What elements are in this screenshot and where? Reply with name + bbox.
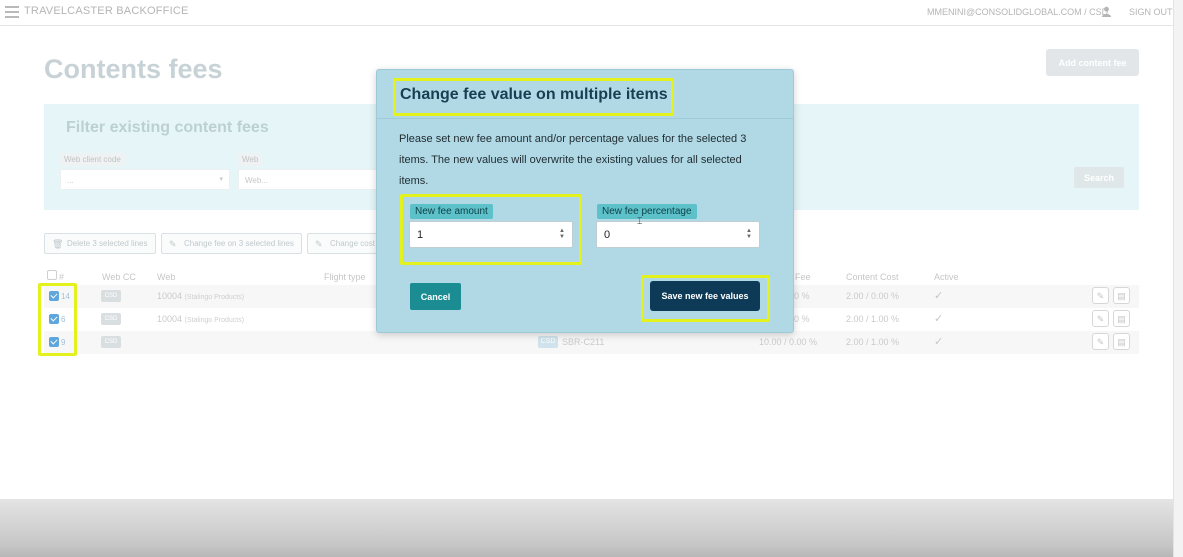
user-email: MMENINI@CONSOLIDGLOBAL.COM / CSD [927,7,1109,17]
content-cost-cell: 2.00 / 1.00 % [846,337,900,347]
active-check-icon: ✓ [934,336,944,348]
change-fee-modal: Change fee value on multiple items Pleas… [376,69,794,333]
new-fee-percentage-value: 0 [604,229,611,241]
active-check-icon: ✓ [934,290,944,302]
csd-badge: CSD [538,336,558,348]
table-row: 9 CSD CSD SBR-C211 10.00 / 0.00 % 2.00 /… [44,331,1139,354]
sign-out-link[interactable]: SIGN OUT ( [1129,7,1178,17]
web-name: (Stalingo Products) [184,294,245,301]
title-highlight [393,78,674,116]
web-label: Web [238,153,263,166]
web-cell: 10004 (Stalingo Products) [157,314,244,324]
search-button[interactable]: Search [1074,167,1124,188]
modal-description: Please set new fee amount and/or percent… [399,133,747,187]
pencil-icon: ✎ [169,239,177,249]
code-cell: SBR-C211 [562,337,605,347]
chevron-down-icon: ▾ [219,176,223,183]
fee-cell: 0 % [794,314,810,324]
delete-selected-label: Delete 3 selected lines [67,239,148,248]
trash-icon: 🗑 [52,239,64,249]
amount-highlight [400,194,582,265]
app-title: TRAVELCASTER BACKOFFICE [24,5,189,17]
active-check-icon: ✓ [934,313,944,325]
pencil-icon: ✎ [315,239,323,249]
fee-cell: 0 % [794,291,810,301]
web-code: 10004 [157,314,183,324]
web-cell: 10004 (Stalingo Products) [157,291,244,301]
content-cost-cell: 2.00 / 0.00 % [846,291,900,301]
trash-icon: ▤ [1117,314,1126,324]
web-placeholder: Web... [245,176,268,185]
web-name: (Stalingo Products) [184,317,245,324]
mouse-cursor-icon: ⌶ [637,216,643,226]
web-cc-badge: CSD [101,336,121,348]
column-header-fee: Fee [795,272,811,282]
column-header-num: # [59,272,65,282]
content-cost-cell: 2.00 / 1.00 % [846,314,900,324]
filter-title: Filter existing content fees [66,119,269,136]
pencil-icon: ✎ [1096,291,1105,301]
delete-button[interactable]: ▤ [1113,333,1130,350]
fee-cell: 10.00 / 0.00 % [759,337,818,347]
change-fee-selected-label: Change fee on 3 selected lines [184,239,294,248]
top-bar: TRAVELCASTER BACKOFFICE MMENINI@CONSOLID… [0,0,1183,26]
page-title: Contents fees [44,54,223,84]
edit-button[interactable]: ✎ [1092,310,1109,327]
vertical-scrollbar[interactable] [1173,0,1183,557]
new-fee-percentage-label: New fee percentage [597,204,697,219]
delete-button[interactable]: ▤ [1113,310,1130,327]
column-header-content-cost: Content Cost [846,272,899,282]
web-cc-badge: CSD [101,290,121,302]
pencil-icon: ✎ [1096,337,1105,347]
change-cost-selected-label: Change cost [330,239,375,248]
change-cost-selected-button[interactable]: ✎ Change cost [307,233,377,254]
delete-selected-button[interactable]: 🗑 Delete 3 selected lines [44,233,156,254]
menu-icon[interactable] [5,6,19,18]
web-client-code-value: ... [67,176,74,185]
spinner-arrows-icon[interactable]: ▲ ▼ [746,228,752,240]
cancel-button[interactable]: Cancel [410,283,461,310]
new-fee-percentage-input[interactable]: 0 ▲ ▼ [596,221,760,248]
web-cc-badge: CSD [101,313,121,325]
web-input[interactable]: Web... [238,169,378,190]
modal-divider [377,118,793,119]
select-all-checkbox[interactable] [47,270,57,280]
checkbox-column-highlight [38,283,77,356]
web-code: 10004 [157,291,183,301]
web-client-code-select[interactable]: ... ▾ [60,169,230,190]
web-client-code-label: Web client code [60,153,125,166]
column-header-web-cc: Web CC [102,272,136,282]
trash-icon: ▤ [1117,291,1126,301]
footer-bar [0,499,1173,557]
add-content-fee-button[interactable]: Add content fee [1046,49,1139,76]
save-button-highlight [641,275,770,322]
delete-button[interactable]: ▤ [1113,287,1130,304]
user-icon [1102,6,1111,17]
trash-icon: ▤ [1117,337,1126,347]
change-fee-selected-button[interactable]: ✎ Change fee on 3 selected lines [161,233,302,254]
column-header-flight-type: Flight type [324,272,366,282]
edit-button[interactable]: ✎ [1092,333,1109,350]
pencil-icon: ✎ [1096,314,1105,324]
column-header-active: Active [934,272,959,282]
column-header-web: Web [157,272,176,282]
edit-button[interactable]: ✎ [1092,287,1109,304]
